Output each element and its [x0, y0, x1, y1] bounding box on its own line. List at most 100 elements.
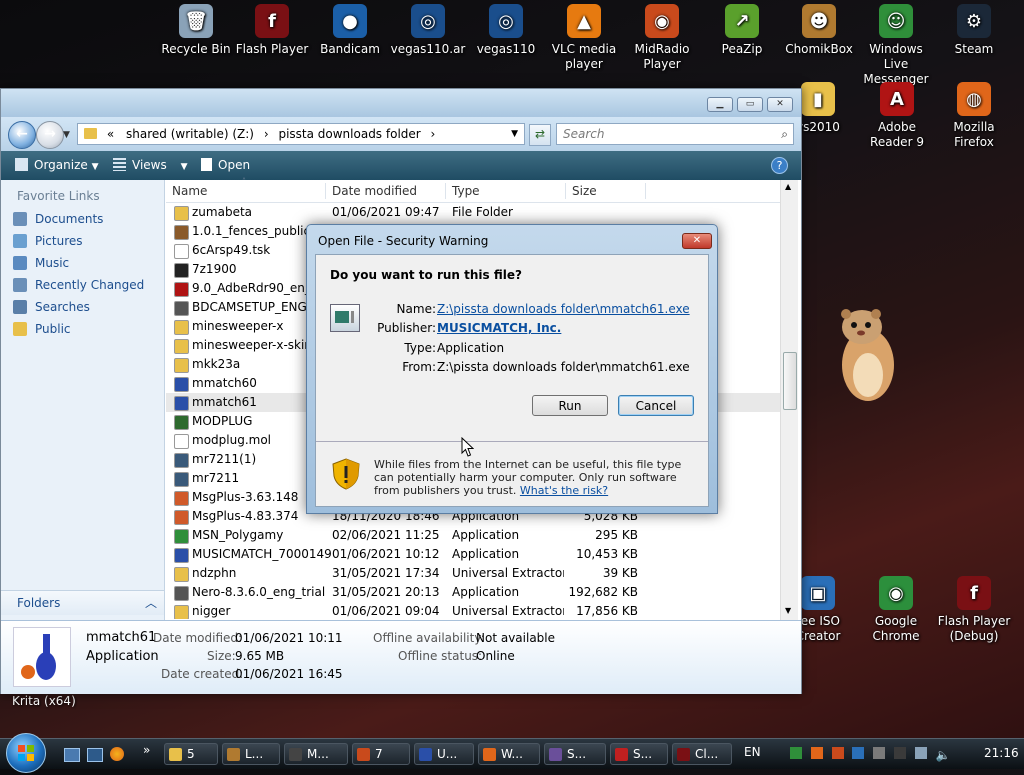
column-size[interactable]: Size — [572, 184, 597, 198]
file-row[interactable]: ndzphn 31/05/2021 17:34 Universal Extracto… — [166, 564, 780, 583]
tray-app-icon[interactable] — [810, 747, 823, 759]
file-row[interactable]: nigger 01/06/2021 09:04 Universal Extracto… — [166, 602, 780, 619]
file-type: Application — [452, 547, 520, 561]
open-button[interactable]: Open — [201, 158, 250, 172]
column-name[interactable]: Name — [172, 184, 207, 198]
scroll-thumb[interactable] — [783, 352, 797, 410]
file-icon — [174, 358, 189, 373]
file-type: Application — [452, 528, 520, 542]
column-date-modified[interactable]: Date modified — [332, 184, 417, 198]
favorite-links-title: Favorite Links — [17, 189, 100, 203]
breadcrumb-item-folder[interactable]: pissta downloads folder — [278, 127, 420, 141]
file-row[interactable]: Nero-8.3.6.0_eng_trial 31/05/2021 20:13 Ap… — [166, 583, 780, 602]
file-row[interactable]: zumabeta 01/06/2021 09:47 File Folder — [166, 203, 780, 222]
taskbar-button[interactable]: 5 — [164, 743, 218, 765]
searches-folder-icon — [13, 300, 27, 314]
help-icon[interactable]: ? — [771, 157, 788, 174]
recent-pages-dropdown[interactable]: ▼ — [63, 130, 70, 140]
sidebar-item-recently-changed[interactable]: Recently Changed — [13, 278, 144, 292]
address-dropdown-icon[interactable]: ▼ — [511, 124, 518, 144]
search-icon[interactable]: ⌕ — [781, 124, 788, 144]
desktop-icon-peazip[interactable]: ↗ PeaZip — [702, 4, 782, 57]
desktop-icon-midradio-player[interactable]: ◉ MidRadio Player — [622, 4, 702, 72]
taskbar-button[interactable]: M... — [284, 743, 348, 765]
breadcrumb-separator-icon[interactable]: › — [431, 127, 436, 141]
organize-button[interactable]: Organize ▼ — [15, 158, 99, 172]
quicklaunch-overflow-icon[interactable]: » — [143, 743, 150, 757]
taskbar-button[interactable]: S... — [610, 743, 668, 765]
column-type[interactable]: Type — [452, 184, 480, 198]
desktop-icon-adobe-reader-9[interactable]: A Adobe Reader 9 — [857, 82, 937, 150]
scroll-down-icon[interactable]: ▼ — [785, 606, 791, 615]
desktop-icon-flash-player-debug[interactable]: f Flash Player (Debug) — [934, 576, 1014, 644]
file-row[interactable]: MSN_Polygamy 02/06/2021 11:25 Application 2… — [166, 526, 780, 545]
desktop-icon-chomikbox[interactable]: ☻ ChomikBox — [779, 4, 859, 57]
folders-toggle[interactable]: Folders ︿ — [1, 590, 164, 615]
taskbar-button[interactable]: L... — [222, 743, 280, 765]
desktop-icon-vlc-media-player[interactable]: ▲ VLC media player — [544, 4, 624, 72]
minimize-button[interactable]: ▁ — [707, 97, 733, 112]
show-desktop-icon[interactable] — [64, 748, 80, 762]
address-bar[interactable]: « shared (writable) (Z:) › pissta downlo… — [77, 123, 525, 145]
file-name-link[interactable]: Z:\pissta downloads folder\mmatch61.exe — [437, 302, 690, 316]
sidebar-item-pictures[interactable]: Pictures — [13, 234, 83, 248]
back-button[interactable]: ← — [8, 121, 36, 149]
taskbar-button[interactable]: S... — [544, 743, 606, 765]
explorer-titlebar[interactable]: ▁ ▭ ✕ — [1, 89, 801, 117]
scroll-up-icon[interactable]: ▲ — [785, 182, 791, 191]
file-icon — [174, 301, 189, 316]
cancel-button[interactable]: Cancel — [618, 395, 694, 416]
refresh-button[interactable]: ⇄ — [529, 124, 551, 146]
desktop-icon-vegas110-ar[interactable]: ◎ vegas110.ar — [388, 4, 468, 57]
file-row[interactable]: MUSICMATCH_7000149 01/06/2021 10:12 Applic… — [166, 545, 780, 564]
volume-icon[interactable]: 🔈 — [936, 748, 951, 762]
taskbar-button[interactable]: U... — [414, 743, 474, 765]
firefox-quicklaunch-icon[interactable] — [110, 747, 124, 761]
tray-steam-icon[interactable] — [831, 747, 844, 759]
forward-button[interactable]: → — [36, 121, 64, 149]
desktop-icon-google-chrome[interactable]: ◉ Google Chrome — [856, 576, 936, 644]
hamster-mascot[interactable] — [832, 305, 902, 405]
desktop-icon-vegas110[interactable]: ◎ vegas110 — [466, 4, 546, 57]
taskbar-app-icon — [677, 748, 690, 761]
security-warning-dialog: Open File - Security Warning ✕ Do you wa… — [306, 224, 718, 514]
sidebar-item-documents[interactable]: Documents — [13, 212, 103, 226]
tray-app2-icon[interactable] — [873, 747, 886, 759]
dialog-close-button[interactable]: ✕ — [682, 233, 712, 249]
tray-network-icon[interactable] — [790, 747, 802, 759]
breadcrumb-item-drive[interactable]: shared (writable) (Z:) — [126, 127, 254, 141]
network-icon[interactable] — [914, 747, 927, 759]
start-button[interactable] — [6, 733, 46, 773]
file-name: Nero-8.3.6.0_eng_trial — [192, 585, 326, 599]
publisher-link[interactable]: MUSICMATCH, Inc. — [437, 321, 561, 335]
desktop-icon-mozilla-firefox[interactable]: ◍ Mozilla Firefox — [934, 82, 1014, 150]
close-button[interactable]: ✕ — [767, 97, 793, 112]
sidebar-item-music[interactable]: Music — [13, 256, 69, 270]
desktop-icon-label: Google Chrome — [872, 614, 920, 643]
clock[interactable]: 21:16 — [984, 746, 1019, 760]
breadcrumb-separator-icon[interactable]: › — [264, 127, 269, 141]
views-button[interactable]: Views ▼ — [113, 158, 187, 172]
desktop-icon-bandicam[interactable]: ● Bandicam — [310, 4, 390, 57]
run-button[interactable]: Run — [532, 395, 608, 416]
search-input[interactable]: Search ⌕ — [556, 123, 794, 145]
desktop-icon-windows-live-messenger[interactable]: ☺ Windows Live Messenger — [856, 4, 936, 87]
taskbar-button[interactable]: W... — [478, 743, 540, 765]
vertical-scrollbar[interactable]: ▲ ▼ — [780, 180, 798, 620]
switch-windows-icon[interactable] — [87, 748, 103, 762]
whats-the-risk-link[interactable]: What's the risk? — [520, 484, 608, 497]
desktop-icon-steam[interactable]: ⚙ Steam — [934, 4, 1014, 57]
taskbar-button[interactable]: 7 — [352, 743, 410, 765]
chevron-up-icon[interactable]: ︿ — [145, 594, 157, 611]
taskbar-button[interactable]: Cl... — [672, 743, 732, 765]
language-indicator[interactable]: EN — [744, 745, 761, 759]
tray-app3-icon[interactable] — [894, 747, 907, 759]
taskbar-button-label: M... — [307, 747, 329, 761]
desktop-icon-flash-player[interactable]: f Flash Player — [232, 4, 312, 57]
sidebar-item-public[interactable]: Public — [13, 322, 71, 336]
sidebar-item-searches[interactable]: Searches — [13, 300, 90, 314]
desktop-icon-recycle-bin[interactable]: 🗑 Recycle Bin — [156, 4, 236, 57]
tray-security-icon[interactable] — [852, 747, 865, 759]
breadcrumb-overflow[interactable]: « — [107, 127, 114, 141]
maximize-button[interactable]: ▭ — [737, 97, 763, 112]
